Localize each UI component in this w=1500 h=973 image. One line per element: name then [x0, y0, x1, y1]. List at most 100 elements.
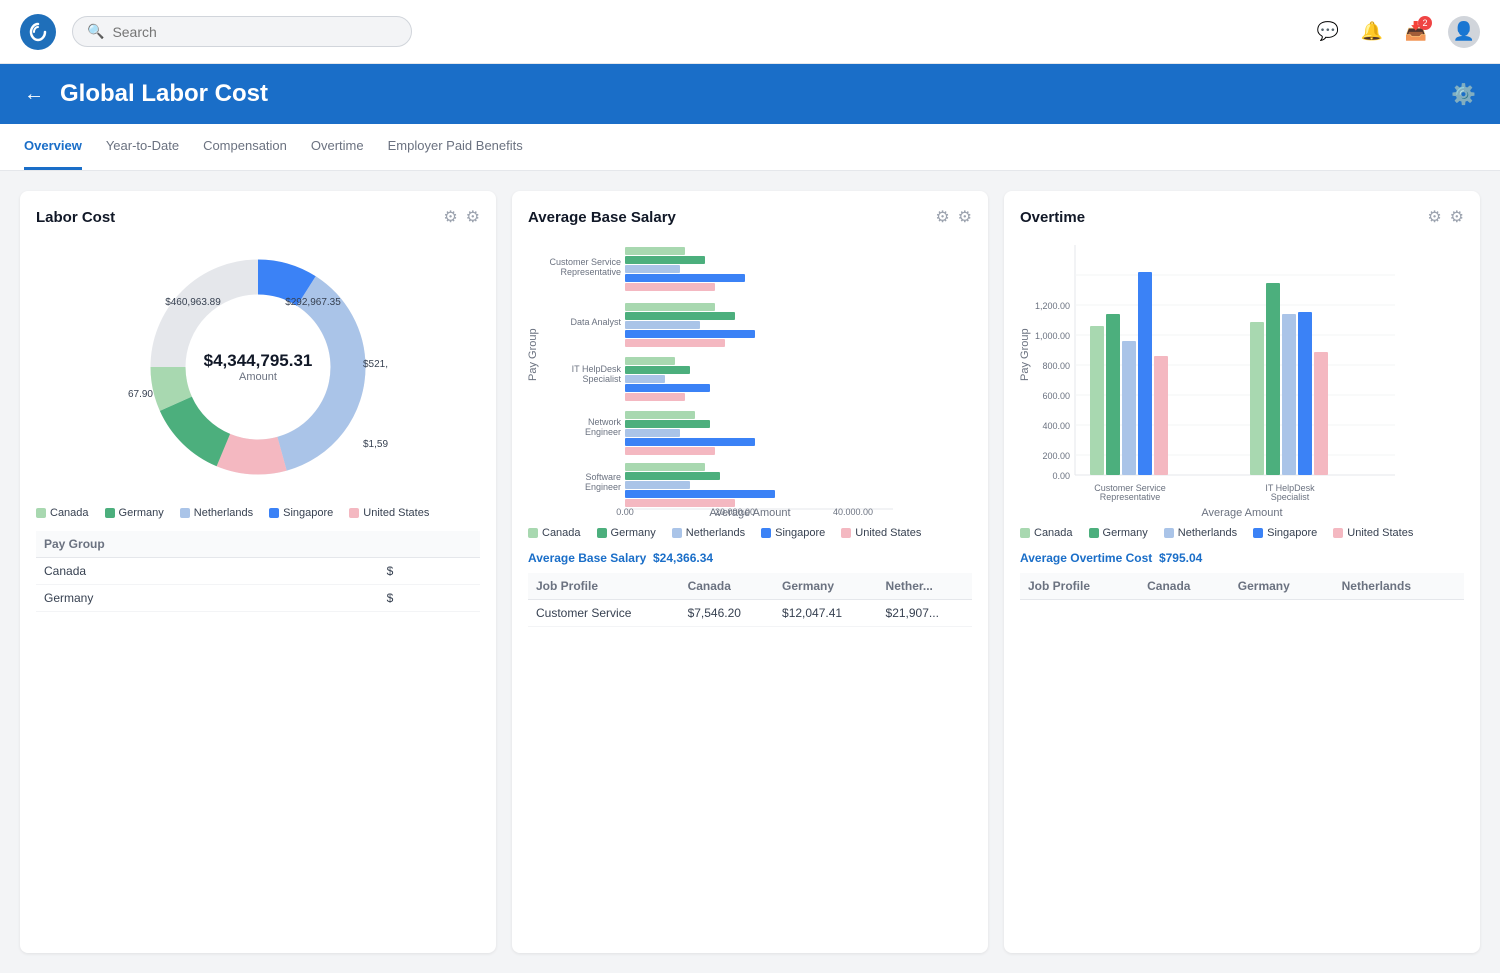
svg-text:0.00: 0.00: [1052, 471, 1070, 481]
salary-chart-wrapper: Pay Group Customer Service Representativ…: [528, 235, 972, 515]
col-value: [379, 531, 480, 558]
svg-text:Software: Software: [585, 472, 621, 482]
settings-icon[interactable]: ⚙️: [1451, 82, 1476, 107]
canada-dot: [36, 508, 46, 518]
salary-table: Job Profile Canada Germany Nether... Cus…: [528, 573, 972, 627]
svg-text:600.00: 600.00: [1042, 391, 1070, 401]
svg-text:$460,963.89: $460,963.89: [165, 297, 221, 308]
singapore-label: Singapore: [283, 507, 333, 519]
svg-text:$1,593,513.74: $1,593,513.74: [363, 439, 388, 450]
salary-icons: ⚙ ⚙: [935, 207, 972, 227]
salary-filter-icon[interactable]: ⚙: [935, 207, 949, 227]
tabs-bar: Overview Year-to-Date Compensation Overt…: [0, 124, 1500, 171]
usa-label: United States: [363, 507, 429, 519]
salary-cs-germany: $12,047.41: [774, 600, 878, 627]
table-row: Customer Service $7,546.20 $12,047.41 $2…: [528, 600, 972, 627]
donut-total: $4,344,795.31: [204, 351, 313, 371]
legend-germany: Germany: [105, 507, 164, 519]
salary-y-axis-label: Pay Group: [528, 235, 539, 475]
overtime-legend: Canada Germany Netherlands Singapore Uni…: [1020, 527, 1464, 539]
labor-cost-icons: ⚙ ⚙: [443, 207, 480, 227]
settings2-icon[interactable]: ⚙: [466, 207, 480, 227]
row-canada[interactable]: Canada: [36, 558, 379, 585]
overtime-col-canada: Canada: [1139, 573, 1230, 600]
usa-dot: [349, 508, 359, 518]
svg-text:$1,475,567.90: $1,475,567.90: [128, 389, 153, 400]
salary-cs-nether: $21,907...: [878, 600, 972, 627]
legend-usa: United States: [349, 507, 429, 519]
svg-text:Engineer: Engineer: [585, 482, 621, 492]
salary-header: Average Base Salary ⚙ ⚙: [528, 207, 972, 227]
germany-dot: [105, 508, 115, 518]
svg-text:Specialist: Specialist: [1271, 492, 1310, 502]
labor-cost-legend: Canada Germany Netherlands Singapore Uni…: [36, 507, 480, 519]
inbox-icon[interactable]: 📥 2: [1404, 20, 1428, 44]
salary-col-germany: Germany: [774, 573, 878, 600]
salary-avg-stat: Average Base Salary $24,366.34: [528, 551, 972, 565]
svg-text:Representative: Representative: [560, 267, 621, 277]
overtime-y-label: Pay Group: [1020, 235, 1031, 475]
tab-compensation[interactable]: Compensation: [203, 124, 287, 170]
netherlands-label: Netherlands: [194, 507, 253, 519]
overtime-avg-stat: Average Overtime Cost $795.04: [1020, 551, 1464, 565]
svg-text:Data Analyst: Data Analyst: [570, 317, 621, 327]
salary-job-cs[interactable]: Customer Service: [528, 600, 680, 627]
salary-legend: Canada Germany Netherlands Singapore Uni…: [528, 527, 972, 539]
svg-text:400.00: 400.00: [1042, 421, 1070, 431]
main-content: Labor Cost ⚙ ⚙: [0, 171, 1500, 973]
overtime-col-job: Job Profile: [1020, 573, 1139, 600]
overtime-settings-icon[interactable]: ⚙: [1450, 207, 1464, 227]
svg-text:Engineer: Engineer: [585, 427, 621, 437]
salary-avg-label: Average Base Salary: [528, 551, 646, 565]
chat-icon[interactable]: 💬: [1316, 20, 1340, 44]
salary-title: Average Base Salary: [528, 209, 676, 226]
inbox-badge: 2: [1418, 16, 1432, 30]
svg-text:Representative: Representative: [1100, 492, 1161, 502]
svg-text:1,000.00: 1,000.00: [1035, 331, 1070, 341]
back-button[interactable]: ←: [24, 83, 44, 106]
tab-overview[interactable]: Overview: [24, 124, 82, 170]
salary-cs-canada: $7,546.20: [680, 600, 774, 627]
overtime-filter-icon[interactable]: ⚙: [1427, 207, 1441, 227]
search-bar[interactable]: 🔍: [72, 16, 412, 47]
salary-col-canada: Canada: [680, 573, 774, 600]
salary-col-job: Job Profile: [528, 573, 680, 600]
overtime-avg-label: Average Overtime Cost: [1020, 551, 1152, 565]
svg-text:0.00: 0.00: [616, 507, 634, 515]
salary-col-nether: Nether...: [878, 573, 972, 600]
labor-cost-table: Pay Group Canada $ Germany $: [36, 531, 480, 612]
labor-cost-header: Labor Cost ⚙ ⚙: [36, 207, 480, 227]
overtime-col-nether: Netherlands: [1334, 573, 1464, 600]
overtime-chart-wrapper: Pay Group 0.00 200.00 400.00 600.00 800.…: [1020, 235, 1464, 515]
svg-text:Specialist: Specialist: [582, 374, 621, 384]
svg-text:200.00: 200.00: [1042, 451, 1070, 461]
avatar[interactable]: 👤: [1448, 16, 1480, 48]
table-row: Canada $: [36, 558, 480, 585]
search-icon: 🔍: [87, 23, 104, 40]
bell-icon[interactable]: 🔔: [1360, 20, 1384, 44]
tab-ytd[interactable]: Year-to-Date: [106, 124, 179, 170]
salary-avg-value: $24,366.34: [653, 551, 713, 565]
svg-text:800.00: 800.00: [1042, 361, 1070, 371]
donut-center: $4,344,795.31 Amount: [204, 351, 313, 383]
tab-overtime[interactable]: Overtime: [311, 124, 364, 170]
overtime-icons: ⚙ ⚙: [1427, 207, 1464, 227]
svg-text:1,200.00: 1,200.00: [1035, 301, 1070, 311]
canada-label: Canada: [50, 507, 89, 519]
singapore-dot: [269, 508, 279, 518]
nav-actions: 💬 🔔 📥 2 👤: [1316, 16, 1480, 48]
svg-text:IT HelpDesk: IT HelpDesk: [572, 364, 622, 374]
salary-settings-icon[interactable]: ⚙: [958, 207, 972, 227]
filter-icon[interactable]: ⚙: [443, 207, 457, 227]
legend-singapore: Singapore: [269, 507, 333, 519]
tab-benefits[interactable]: Employer Paid Benefits: [388, 124, 523, 170]
col-pay-group: Pay Group: [36, 531, 379, 558]
overtime-header: Overtime ⚙ ⚙: [1020, 207, 1464, 227]
top-nav: 🔍 💬 🔔 📥 2 👤: [0, 0, 1500, 64]
search-input[interactable]: [112, 24, 397, 40]
row-germany[interactable]: Germany: [36, 585, 379, 612]
avg-base-salary-card: Average Base Salary ⚙ ⚙ Pay Group Custom…: [512, 191, 988, 953]
row-germany-val: $: [379, 585, 480, 612]
workday-logo: [20, 14, 56, 50]
overtime-col-germany: Germany: [1230, 573, 1334, 600]
